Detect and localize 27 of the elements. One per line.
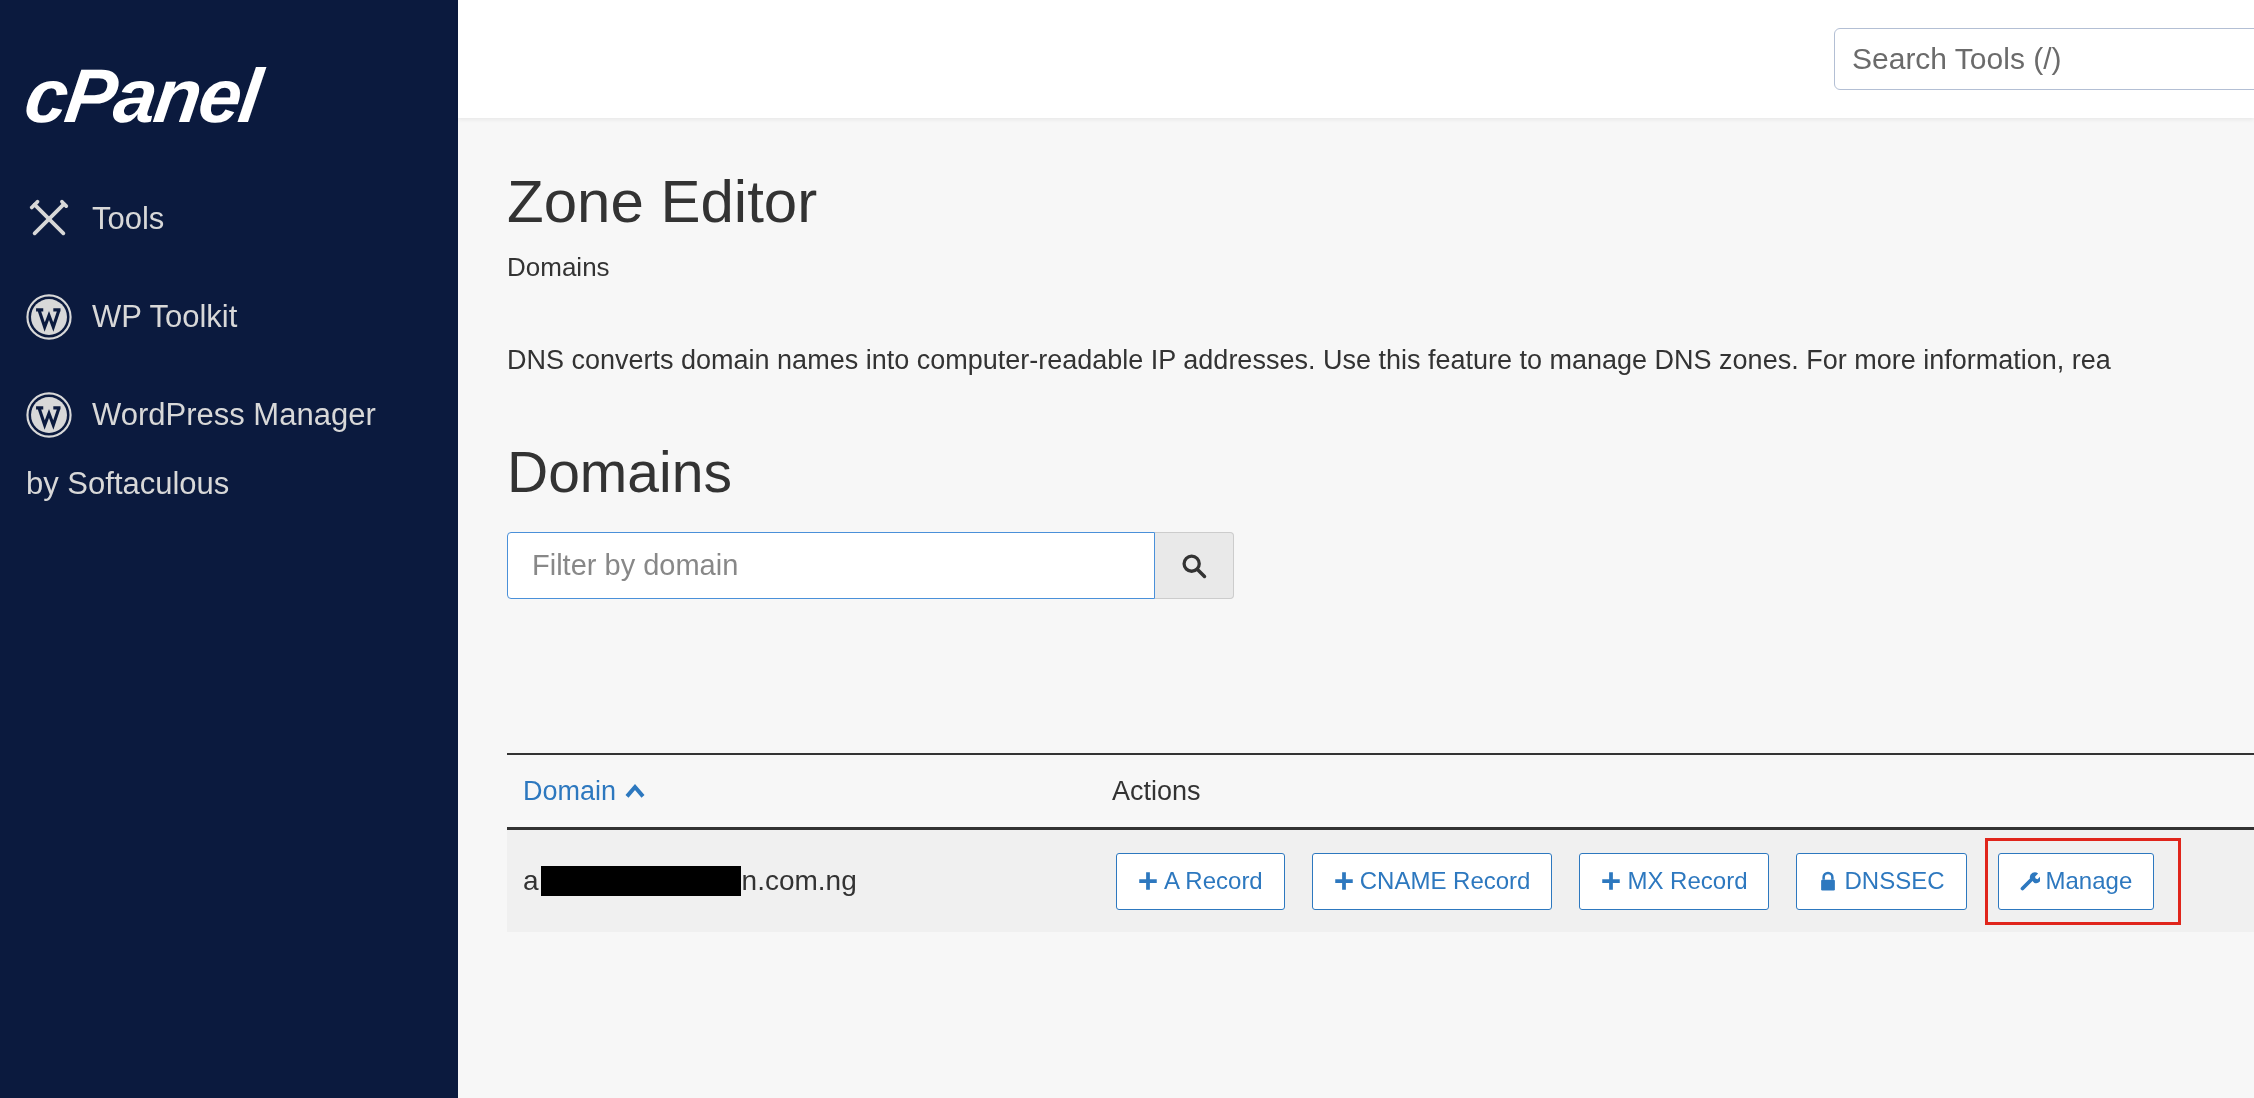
cpanel-logo[interactable]: cPanel: [20, 58, 265, 134]
search-button[interactable]: [1155, 532, 1234, 600]
sidebar-item[interactable]: WordPress Manager by Softaculous: [26, 392, 432, 502]
wordpress-icon: [26, 294, 72, 340]
column-header[interactable]: Domain: [507, 775, 1112, 807]
page-title: Zone Editor: [507, 167, 819, 237]
column-header[interactable]: Actions: [1112, 775, 1201, 807]
action-button[interactable]: DNSSEC: [1796, 852, 1967, 910]
wordpress-icon: [26, 392, 72, 438]
filter-field[interactable]: Filter by domain: [507, 532, 1155, 600]
domain-cell-text: a n.com.ng: [522, 865, 858, 898]
caret-up-icon: [624, 783, 647, 800]
description-text: DNS converts domain names into computer-readable IP addresses. Use this feature to manage DNS zones. For more information, rea: [507, 345, 2112, 376]
plus-icon: [1333, 871, 1354, 892]
action-button[interactable]: MX Record: [1579, 852, 1770, 910]
sidebar-item[interactable]: Tools: [26, 196, 432, 242]
action-button[interactable]: A Record: [1116, 852, 1285, 910]
wrench-icon: [2019, 871, 2040, 892]
search-icon: [1180, 551, 1208, 580]
breadcrumb: Domains: [507, 252, 611, 283]
plus-icon: [1138, 871, 1158, 892]
action-button[interactable]: CNAME Record: [1311, 852, 1553, 910]
sidebar-item[interactable]: WP Toolkit: [26, 294, 432, 340]
search-field[interactable]: Search Tools (/): [1834, 28, 2254, 90]
section-title: Domains: [507, 439, 733, 506]
plus-icon: [1601, 871, 1622, 892]
action-button[interactable]: Manage: [1997, 852, 2155, 910]
